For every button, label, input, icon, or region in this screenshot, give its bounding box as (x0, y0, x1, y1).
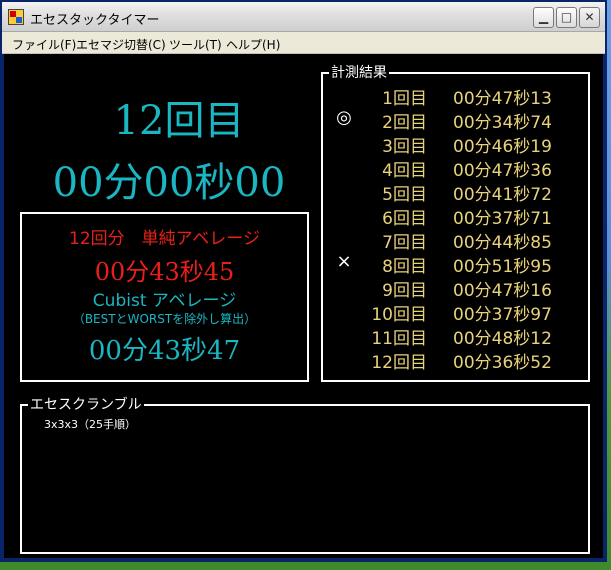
best-mark-icon: ◎ (336, 107, 352, 128)
result-row: 3回目 00分46秒19 (323, 130, 588, 157)
menu-file[interactable]: ファイル(F) (12, 36, 76, 53)
result-row: 1回目 00分47秒13 (323, 82, 588, 109)
minimize-button[interactable]: ▁ (533, 7, 554, 28)
solve-count: 12回目 (113, 98, 245, 144)
cubist-average-label: Cubist アベレージ (92, 291, 237, 311)
result-index: 12回目 (371, 353, 427, 373)
simple-average-label: 12回分 単純アベレージ (69, 229, 260, 249)
maximize-button[interactable]: □ (556, 7, 577, 28)
cubist-average-value: 00分43秒47 (88, 336, 241, 366)
close-button[interactable]: ✕ (579, 7, 600, 28)
cubist-average-note: （BESTとWORSTを除外し算出） (72, 312, 257, 326)
app-window: エセスタックタイマー ▁ □ ✕ ファイル(F) エセマジ切替(C) ツール(T… (0, 0, 607, 562)
result-row: 12回目 00分36秒52 (323, 346, 588, 373)
timer-panel: 12回目 00分00秒00 12回分 単純アベレージ 00分43秒45 Cubi… (4, 54, 603, 558)
results-title: 計測結果 (329, 65, 389, 81)
result-row: 4回目 00分47秒36 (323, 154, 588, 181)
title-bar[interactable]: エセスタックタイマー ▁ □ ✕ (2, 2, 605, 32)
result-time: 00分36秒52 (453, 353, 552, 373)
menu-bar: ファイル(F) エセマジ切替(C) ツール(T) ヘルプ(H) (2, 32, 605, 54)
scramble-title: エセスクランブル (28, 397, 144, 413)
result-row: ◎ 2回目 00分34秒74 (323, 106, 588, 133)
average-box: 12回分 単純アベレージ 00分43秒45 Cubist アベレージ （BEST… (20, 212, 309, 382)
menu-help[interactable]: ヘルプ(H) (226, 36, 280, 53)
app-icon[interactable] (8, 9, 24, 25)
results-list: 1回目 00分47秒13 ◎ 2回目 00分34秒74 3回目 00分46秒19 4回目 00分… (323, 82, 588, 373)
results-box: 計測結果 1回目 00分47秒13 ◎ 2回目 00分34秒74 3回目 00分46秒19 4… (321, 65, 590, 382)
result-row: 9回目 00分47秒16 (323, 274, 588, 301)
result-row: × 8回目 00分51秒95 (323, 250, 588, 277)
result-row: 11回目 00分48秒12 (323, 322, 588, 349)
result-row: 7回目 00分44秒85 (323, 226, 588, 253)
window-title: エセスタックタイマー (30, 13, 160, 28)
result-row: 10回目 00分37秒97 (323, 298, 588, 325)
menu-mode-switch[interactable]: エセマジ切替(C) (76, 36, 166, 53)
current-time: 00分00秒00 (52, 160, 286, 206)
result-row: 5回目 00分41秒72 (323, 178, 588, 205)
worst-mark-icon: × (336, 251, 352, 272)
simple-average-value: 00分43秒45 (94, 258, 235, 286)
scramble-box: エセスクランブル 3x3x3（25手順） (20, 397, 590, 554)
menu-tools[interactable]: ツール(T) (169, 36, 222, 53)
scramble-text: 3x3x3（25手順） (44, 418, 137, 431)
result-row: 6回目 00分37秒71 (323, 202, 588, 229)
